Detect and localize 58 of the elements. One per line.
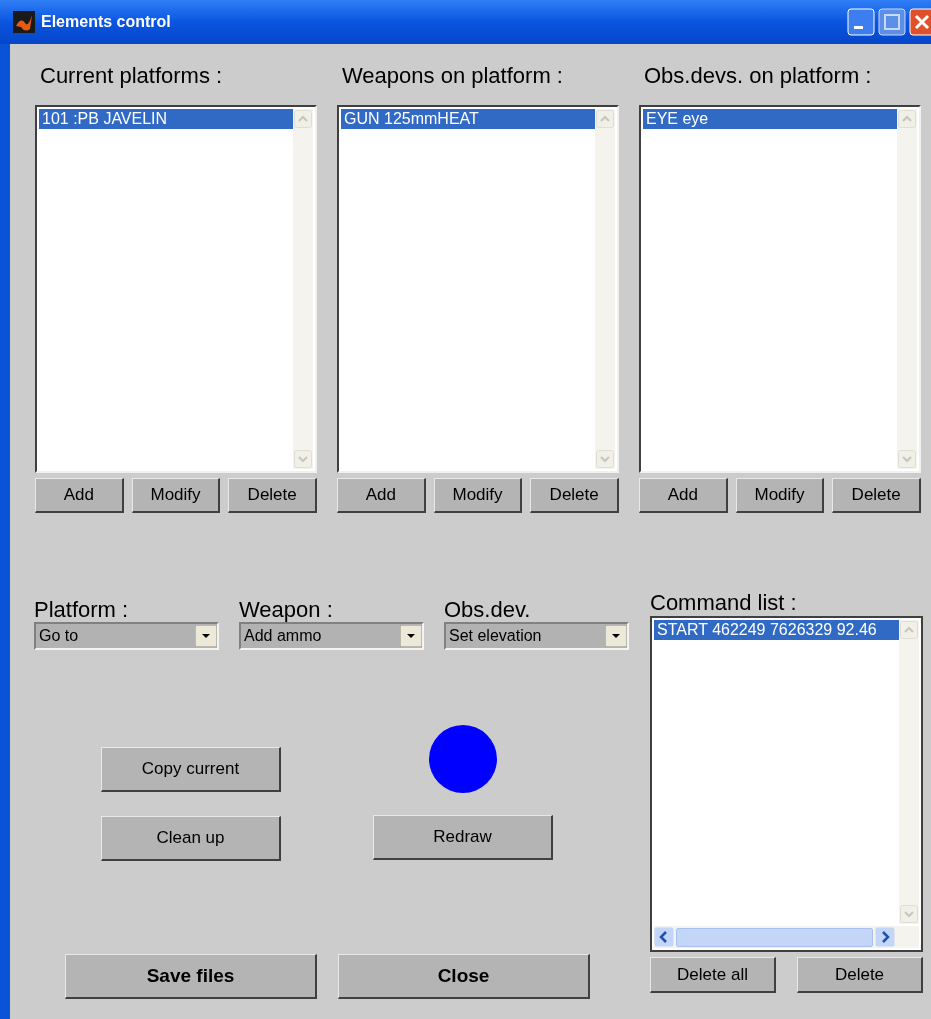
button[interactable]: Delete (530, 478, 619, 513)
dropdown-label: Obs.dev. (444, 598, 532, 622)
list-item[interactable]: START 462249 7626329 92.46 (654, 620, 899, 640)
button[interactable]: Delete (797, 957, 923, 993)
button[interactable]: Add (639, 478, 728, 513)
scrollbar[interactable] (897, 109, 917, 469)
caret-icon[interactable] (400, 625, 422, 647)
dropdown-label: Weapon : (239, 598, 334, 622)
list-item[interactable]: EYE eye (643, 109, 897, 129)
scroll-up-icon[interactable] (900, 621, 918, 639)
minimize-icon[interactable] (847, 8, 875, 36)
button[interactable]: Close (338, 954, 590, 999)
button[interactable]: Copy current (101, 747, 281, 792)
caret-icon[interactable] (605, 625, 627, 647)
list-box[interactable]: START 462249 7626329 92.46 (650, 616, 923, 952)
panel-label: Weapons on platform : (342, 62, 564, 90)
command-list-label: Command list : (650, 590, 798, 616)
dropdown[interactable]: Go to (34, 622, 219, 650)
dropdown[interactable]: Set elevation (444, 622, 629, 650)
button[interactable]: Modify (131, 478, 221, 513)
button[interactable]: Add (35, 478, 124, 513)
scroll-down-icon[interactable] (898, 450, 916, 468)
circle-indicator-icon (429, 725, 497, 793)
button[interactable]: Delete all (650, 957, 776, 993)
button[interactable]: Modify (735, 478, 825, 513)
scroll-up-icon[interactable] (898, 110, 916, 128)
button[interactable]: Delete (832, 478, 921, 513)
panel-label: Obs.devs. on platform : (644, 62, 873, 90)
scroll-down-icon[interactable] (294, 450, 312, 468)
scrollbar[interactable] (595, 109, 615, 469)
window-title: Elements control (41, 12, 171, 32)
scroll-right-icon[interactable] (875, 927, 895, 947)
button[interactable]: Delete (228, 478, 317, 513)
button[interactable]: Modify (433, 478, 523, 513)
scroll-left-icon[interactable] (654, 927, 674, 947)
app-logo-icon (13, 11, 35, 33)
list-box[interactable]: EYE eye (639, 105, 921, 473)
scroll-up-icon[interactable] (294, 110, 312, 128)
list-item[interactable]: GUN 125mmHEAT (341, 109, 595, 129)
button[interactable]: Add (337, 478, 426, 513)
scrollbar[interactable] (899, 620, 919, 924)
scrollbar[interactable] (293, 109, 313, 469)
button[interactable]: Save files (65, 954, 317, 999)
button[interactable]: Clean up (101, 816, 281, 861)
scroll-down-icon[interactable] (596, 450, 614, 468)
button[interactable]: Redraw (373, 815, 553, 860)
list-item[interactable]: 101 :PB JAVELIN (39, 109, 293, 129)
dropdown-label: Platform : (34, 598, 130, 622)
scroll-thumb[interactable] (676, 927, 873, 947)
panel-label: Current platforms : (40, 62, 224, 90)
list-box[interactable]: GUN 125mmHEAT (337, 105, 619, 473)
scroll-down-icon[interactable] (900, 905, 918, 923)
maximize-icon[interactable] (878, 8, 906, 36)
scroll-up-icon[interactable] (596, 110, 614, 128)
list-box[interactable]: 101 :PB JAVELIN (35, 105, 317, 473)
dropdown[interactable]: Add ammo (239, 622, 424, 650)
close-icon[interactable] (909, 8, 931, 36)
caret-icon[interactable] (195, 625, 217, 647)
